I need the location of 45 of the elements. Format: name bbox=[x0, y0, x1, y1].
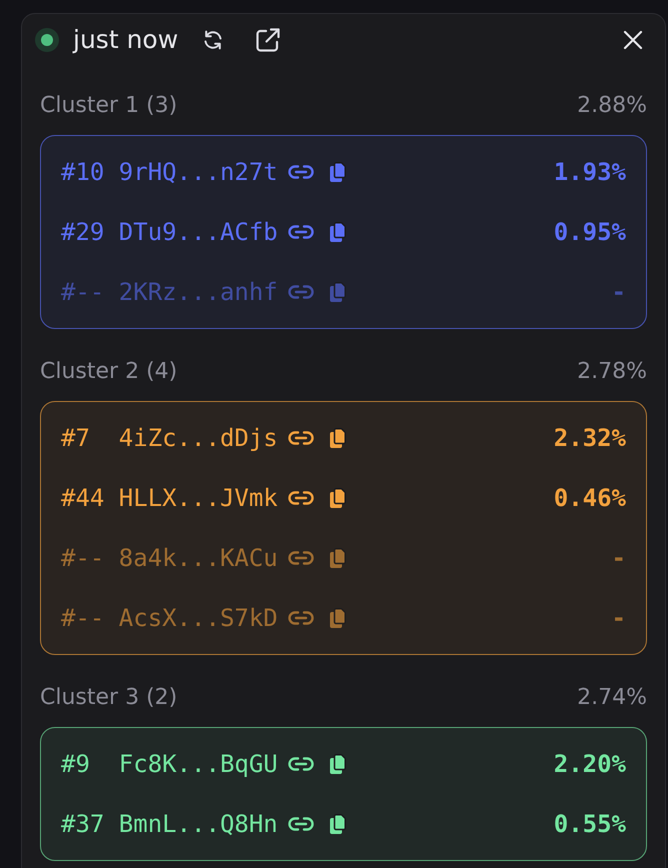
address-text: BmnL...Q8Hn bbox=[118, 810, 278, 838]
link-icon[interactable] bbox=[288, 431, 314, 445]
address-text: 2KRz...anhf bbox=[118, 278, 278, 306]
copy-icon[interactable] bbox=[330, 814, 346, 834]
external-link-icon[interactable] bbox=[255, 27, 282, 53]
cluster-title: Cluster 1 (3) bbox=[40, 93, 178, 119]
cluster-share-text: 2.78% bbox=[577, 359, 647, 385]
rank-text: #-- bbox=[61, 604, 106, 632]
rank-text: #-- bbox=[61, 544, 106, 572]
share-text: - bbox=[612, 278, 626, 306]
address-text: AcsX...S7kD bbox=[118, 604, 278, 632]
link-icon[interactable] bbox=[288, 817, 314, 831]
rank-text: #37 bbox=[61, 810, 106, 838]
status-text: just now bbox=[73, 26, 178, 54]
address-text: DTu9...ACfb bbox=[118, 218, 278, 246]
copy-icon[interactable] bbox=[330, 488, 346, 508]
rank-text: #10 bbox=[61, 158, 106, 186]
address-text: 8a4k...KACu bbox=[118, 544, 278, 572]
address-text: HLLX...JVmk bbox=[118, 484, 278, 512]
rank-text: #29 bbox=[61, 218, 106, 246]
link-icon[interactable] bbox=[288, 757, 314, 771]
refresh-icon[interactable] bbox=[202, 29, 224, 51]
address-text: 4iZc...dDjs bbox=[118, 424, 278, 452]
rank-text: #9 bbox=[61, 750, 91, 778]
rank-text: #-- bbox=[61, 278, 106, 306]
cluster-title: Cluster 2 (4) bbox=[40, 359, 178, 385]
copy-icon[interactable] bbox=[330, 428, 346, 448]
share-text: 1.93% bbox=[554, 158, 626, 186]
share-text: - bbox=[612, 604, 626, 632]
share-text: 0.46% bbox=[554, 484, 626, 512]
cluster-title: Cluster 3 (2) bbox=[40, 685, 178, 711]
link-icon[interactable] bbox=[288, 491, 314, 505]
share-text: 2.32% bbox=[554, 424, 626, 452]
address-text: Fc8K...BqGU bbox=[118, 750, 278, 778]
copy-icon[interactable] bbox=[330, 754, 346, 774]
rank-text: #7 bbox=[61, 424, 91, 452]
share-text: 2.20% bbox=[554, 750, 626, 778]
share-text: 0.55% bbox=[554, 810, 626, 838]
share-text: - bbox=[612, 544, 626, 572]
close-icon[interactable] bbox=[623, 30, 643, 50]
rank-text: #44 bbox=[61, 484, 106, 512]
cluster-share-text: 2.88% bbox=[577, 93, 647, 119]
cluster-share-text: 2.74% bbox=[577, 685, 647, 711]
share-text: 0.95% bbox=[554, 218, 626, 246]
address-text: 9rHQ...n27t bbox=[118, 158, 278, 186]
